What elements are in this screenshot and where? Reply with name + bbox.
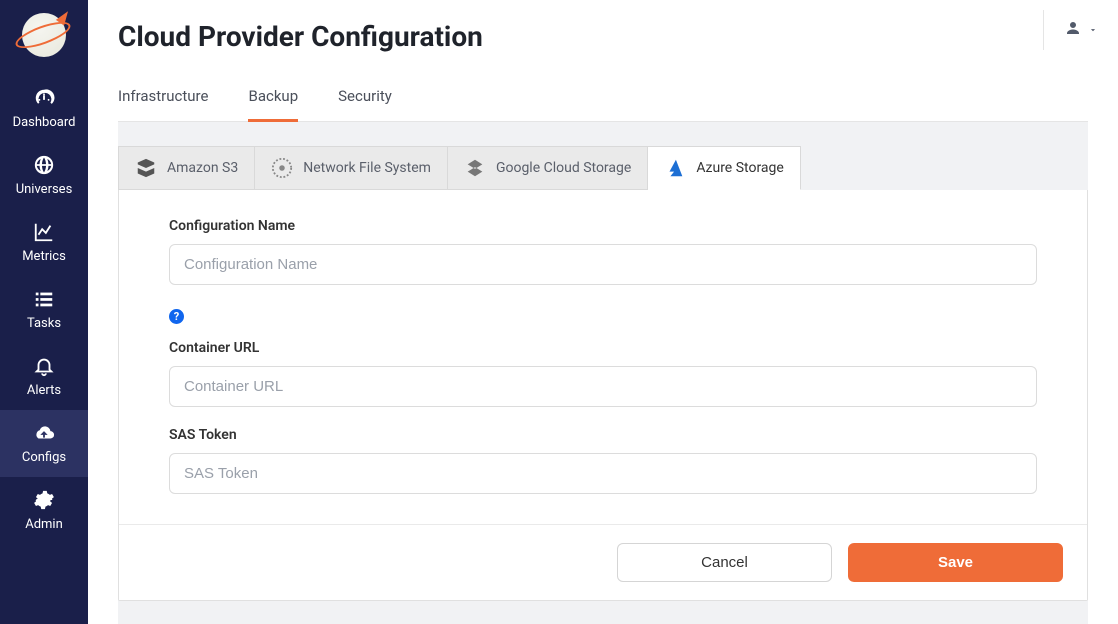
sidebar-item-label: Tasks [27,316,61,331]
config-name-group: Configuration Name [169,218,1037,285]
sidebar-item-universes[interactable]: Universes [0,142,88,209]
provider-tab-label: Azure Storage [696,159,784,178]
page-title: Cloud Provider Configuration [118,20,1088,53]
google-cloud-icon [464,157,486,179]
tab-infrastructure[interactable]: Infrastructure [118,75,208,121]
config-name-input[interactable] [169,244,1037,285]
save-button[interactable]: Save [848,543,1063,582]
sas-token-group: SAS Token [169,427,1037,494]
app-logo [19,10,69,60]
tab-backup[interactable]: Backup [248,75,298,121]
container-url-input[interactable] [169,366,1037,407]
sidebar-item-configs[interactable]: Configs [0,410,88,477]
provider-tabs: Amazon S3 Network File System Google Clo… [118,146,1088,190]
dashboard-icon [31,87,57,109]
cancel-button[interactable]: Cancel [617,543,832,582]
main-area: Cloud Provider Configuration Infrastruct… [88,0,1118,624]
sidebar-item-dashboard[interactable]: Dashboard [0,75,88,142]
provider-tab-nfs[interactable]: Network File System [255,146,448,190]
provider-tab-gcs[interactable]: Google Cloud Storage [448,146,648,190]
sidebar-item-label: Dashboard [13,115,76,130]
chart-icon [31,221,57,243]
sas-token-input[interactable] [169,453,1037,494]
provider-tab-amazon-s3[interactable]: Amazon S3 [118,146,255,190]
sas-token-label: SAS Token [169,427,1037,443]
help-row: ? [169,305,1037,324]
form-footer: Cancel Save [119,524,1087,600]
subtabs: Infrastructure Backup Security [118,75,1088,122]
list-icon [31,288,57,310]
azure-icon [664,157,686,179]
sidebar: Dashboard Universes Metrics Tasks Alerts… [0,0,88,624]
sidebar-item-label: Universes [16,182,73,197]
network-icon [271,157,293,179]
sidebar-item-label: Metrics [22,249,66,264]
tab-security[interactable]: Security [338,75,392,121]
sidebar-item-label: Configs [22,450,66,465]
sidebar-item-tasks[interactable]: Tasks [0,276,88,343]
gear-icon [31,489,57,511]
provider-tab-label: Google Cloud Storage [496,159,631,178]
provider-tab-azure[interactable]: Azure Storage [648,146,801,190]
sidebar-item-label: Alerts [27,383,61,398]
bell-icon [31,355,57,377]
help-icon[interactable]: ? [169,309,184,324]
sidebar-item-metrics[interactable]: Metrics [0,209,88,276]
amazon-s3-icon [135,157,157,179]
config-name-label: Configuration Name [169,218,1037,234]
globe-icon [31,154,57,176]
sidebar-item-alerts[interactable]: Alerts [0,343,88,410]
panel-area: Amazon S3 Network File System Google Clo… [118,122,1088,624]
form-card: Configuration Name ? Container URL SAS T… [118,190,1088,601]
content: Cloud Provider Configuration Infrastruct… [88,20,1118,624]
container-url-group: Container URL [169,340,1037,407]
provider-tab-label: Network File System [303,159,431,178]
provider-tab-label: Amazon S3 [167,159,238,178]
sidebar-item-label: Admin [25,517,63,532]
cloud-upload-icon [31,422,57,444]
sidebar-item-admin[interactable]: Admin [0,477,88,544]
container-url-label: Container URL [169,340,1037,356]
